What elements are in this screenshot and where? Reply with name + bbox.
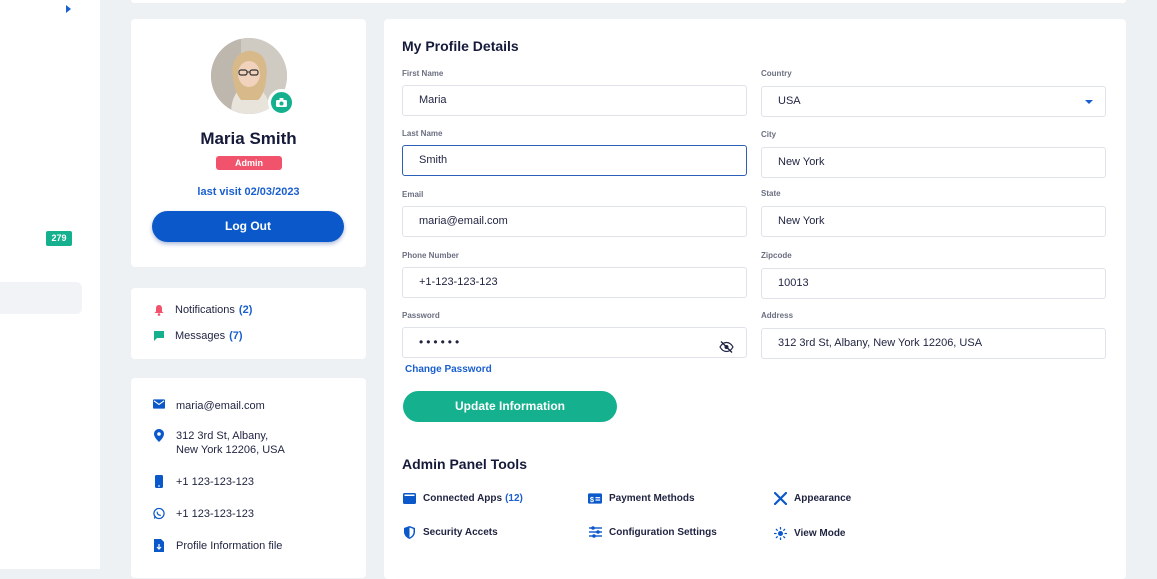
city-field[interactable]: New York [761,147,1106,178]
payment-methods-link[interactable]: $ Payment Methods [588,492,695,504]
email-label: Email [402,190,424,199]
messages-link[interactable]: Messages (7) [153,330,243,342]
user-name: Maria Smith [200,129,297,148]
last-visit: last visit 02/03/2023 [197,186,300,198]
profile-card: Maria Smith Admin last visit 02/03/2023 … [131,19,366,267]
mail-icon [153,399,165,413]
phone-field[interactable]: +1-123-123-123 [402,267,747,298]
city-label: City [761,130,777,139]
phone-label: Phone Number [402,251,459,260]
messages-count: (7) [229,330,243,342]
phone-icon [153,475,165,489]
sun-icon [773,526,787,540]
notifications-label: Notifications [175,304,235,316]
sliders-icon [588,526,602,538]
role-badge: Admin [216,156,282,170]
message-icon [153,330,165,342]
file-download-icon [153,539,165,553]
state-field[interactable]: New York [761,206,1106,237]
location-pin-icon [153,429,165,443]
sidebar-active-item[interactable] [0,282,82,314]
password-field[interactable]: •••••• [402,327,747,358]
password-label: Password [402,311,440,320]
whatsapp-icon [153,507,165,521]
change-password-link[interactable]: Change Password [405,364,492,375]
contact-whatsapp: +1 123-123-123 [153,507,254,521]
country-value: USA [778,95,801,107]
notifications-count: (2) [238,304,253,316]
apps-window-icon [402,492,416,504]
camera-icon [276,98,287,107]
state-label: State [761,189,781,198]
logout-button[interactable]: Log Out [152,211,344,242]
contact-address: 312 3rd St, Albany, New York 12206, USA [153,429,285,457]
contact-email: maria@email.com [153,399,265,413]
admin-tools-title: Admin Panel Tools [402,456,527,472]
eye-off-icon[interactable] [719,336,734,365]
page-title: My Profile Details [402,38,519,54]
bell-icon [153,304,165,316]
left-sidebar: 279 [0,0,100,569]
top-bar [131,0,1126,3]
update-information-button[interactable]: Update Information [403,391,617,422]
card-payment-icon: $ [588,492,602,504]
address-field[interactable]: 312 3rd St, Albany, New York 12206, USA [761,328,1106,359]
last-name-label: Last Name [402,129,443,138]
expand-arrow-icon[interactable] [66,5,71,13]
contact-phone: +1 123-123-123 [153,475,254,489]
address-label: Address [761,311,794,320]
last-name-field[interactable]: Smith [402,145,747,176]
zipcode-field[interactable]: 10013 [761,268,1106,299]
email-field[interactable]: maria@email.com [402,206,747,237]
notifications-link[interactable]: Notifications (2) [153,304,252,316]
country-label: Country [761,69,792,78]
sidebar-count-badge: 279 [46,231,72,246]
zipcode-label: Zipcode [761,251,792,260]
tools-icon [773,491,787,505]
notifications-card: Notifications (2) Messages (7) [131,288,366,359]
first-name-field[interactable]: Maria [402,85,747,116]
profile-file-link[interactable]: Profile Information file [153,539,282,553]
change-photo-button[interactable] [268,89,295,116]
messages-label: Messages [175,330,226,342]
first-name-label: First Name [402,69,444,78]
appearance-link[interactable]: Appearance [773,491,851,505]
chevron-down-icon [1085,100,1093,104]
shield-icon [402,525,416,539]
security-link[interactable]: Security Accets [402,525,498,539]
view-mode-link[interactable]: View Mode [773,526,846,540]
connected-apps-link[interactable]: Connected Apps (12) [402,492,523,504]
configuration-settings-link[interactable]: Configuration Settings [588,526,717,538]
profile-details-card: My Profile Details First Name Maria Last… [384,19,1126,579]
connected-apps-count: (12) [505,492,523,504]
password-value: •••••• [419,335,463,349]
contact-card: maria@email.com 312 3rd St, Albany, New Y… [131,378,366,578]
country-select[interactable]: USA [761,86,1106,117]
